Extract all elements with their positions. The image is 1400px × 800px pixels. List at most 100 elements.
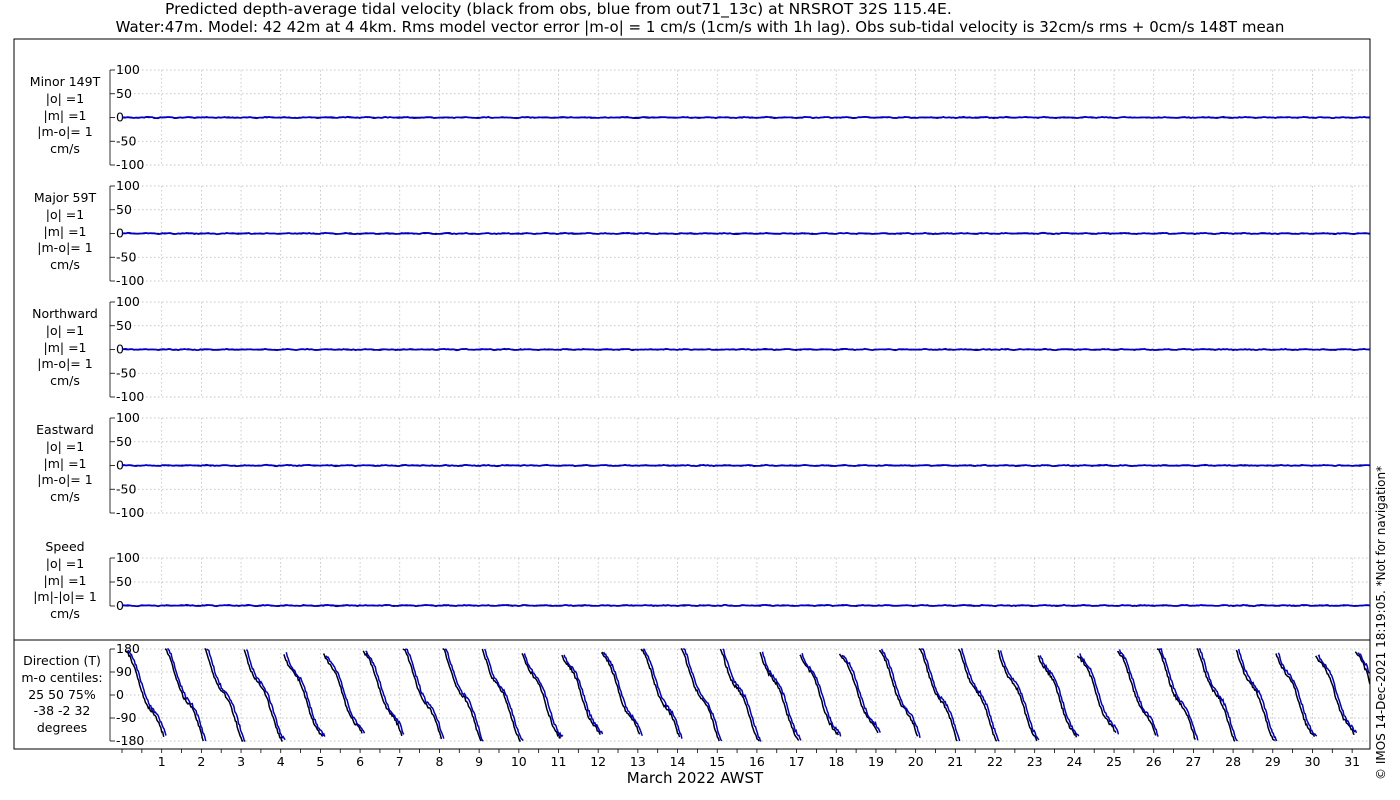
y-tick-label: 50 (116, 318, 132, 333)
y-tick-label: 0 (116, 687, 124, 702)
series-model-line (121, 231, 1371, 236)
panel-label-line: |m| =1 (43, 572, 87, 588)
x-axis: 1 2 3 4 5 6 7 8 9 10 11 12 13 14 15 16 17 18 19 20 21 22 23 24 2… (121, 748, 1370, 769)
panel-major: -100-50050100 (109, 178, 1371, 288)
panel-label-line: |o| =1 (45, 438, 85, 454)
panel-label-line: cm/s (50, 606, 80, 622)
x-tick-label: 21 (947, 754, 963, 769)
panel-label-line: cm/s (50, 257, 80, 273)
x-tick-label: 3 (237, 754, 245, 769)
y-tick-label: -100 (116, 505, 144, 520)
x-tick-label: 23 (1027, 754, 1043, 769)
y-tick-label: -50 (116, 249, 136, 264)
y-tick-label: -50 (116, 365, 136, 380)
x-tick-label: 29 (1265, 754, 1281, 769)
panel-label-line: |m| =1 (43, 339, 87, 355)
panel-label-line: |o| =1 (45, 322, 85, 338)
x-tick-label: 6 (356, 754, 364, 769)
panel-label-line: |o| =1 (45, 555, 85, 571)
panel-label-line: 25 50 75% (28, 686, 96, 702)
x-tick-label: 31 (1344, 754, 1360, 769)
x-tick-label: 28 (1225, 754, 1241, 769)
x-tick-label: 12 (590, 754, 606, 769)
panel-label-line: |m-o|= 1 (37, 240, 93, 256)
panel-label-line: |m| =1 (43, 223, 87, 239)
panel-label-line: degrees (36, 720, 88, 736)
x-tick-label: 9 (475, 754, 483, 769)
y-tick-label: 100 (116, 550, 140, 565)
panel-label-direction: Direction (T) m-o centiles: 25 50 75% -38 -… (14, 653, 110, 737)
x-axis-label: March 2022 AWST (626, 769, 764, 787)
panel-label-line: |m| =1 (43, 107, 87, 123)
x-tick-label: 10 (511, 754, 527, 769)
panel-label-line: |m-o|= 1 (37, 124, 93, 140)
x-tick-label: 13 (630, 754, 646, 769)
x-tick-label: 4 (277, 754, 285, 769)
y-tick-label: -100 (116, 389, 144, 404)
panel-label-line: |m-o|= 1 (37, 356, 93, 372)
panel-label-line: -38 -2 32 (33, 703, 91, 719)
panel-northward: -100-50050100 (109, 294, 1371, 404)
x-tick-label: 27 (1185, 754, 1201, 769)
panel-label-line: Direction (T) (23, 653, 101, 668)
y-tick-label: -100 (116, 273, 144, 288)
panel-direction: -180-90090180 (109, 641, 1371, 748)
panel-label-line: |o| =1 (45, 206, 85, 222)
x-tick-label: 24 (1066, 754, 1082, 769)
panel-label-line: Northward (32, 306, 98, 321)
panel-label-line: cm/s (50, 141, 80, 157)
x-tick-label: 2 (197, 754, 205, 769)
x-tick-label: 18 (828, 754, 844, 769)
y-tick-label: 50 (116, 574, 132, 589)
panel-label-line: Major 59T (33, 190, 97, 205)
panel-label-line: m-o centiles: (21, 669, 103, 685)
x-tick-label: 1 (158, 754, 166, 769)
panel-label-speed: Speed |o| =1 |m| =1 |m|-|o|= 1 cm/s (22, 539, 108, 623)
x-tick-label: 30 (1305, 754, 1321, 769)
series-model-line (121, 347, 1371, 352)
panel-label-major: Major 59T |o| =1 |m| =1 |m-o|= 1 cm/s (22, 190, 108, 274)
x-tick-label: 26 (1146, 754, 1162, 769)
upper-frame (13, 38, 1371, 641)
x-tick-label: 17 (789, 754, 805, 769)
x-tick-label: 16 (749, 754, 765, 769)
x-tick-label: 22 (987, 754, 1003, 769)
direction-frame (13, 639, 1371, 750)
panel-label-eastward: Eastward |o| =1 |m| =1 |m-o|= 1 cm/s (22, 422, 108, 506)
panel-label-minor: Minor 149T |o| =1 |m| =1 |m-o|= 1 cm/s (22, 74, 108, 158)
y-tick-label: 100 (116, 294, 140, 309)
panel-label-line: Minor 149T (29, 74, 101, 89)
x-tick-label: 20 (908, 754, 924, 769)
panel-label-line: |m| =1 (43, 455, 87, 471)
y-tick-label: 100 (116, 62, 140, 77)
x-tick-label: 8 (435, 754, 443, 769)
y-tick-label: 100 (116, 178, 140, 193)
panel-label-line: cm/s (50, 489, 80, 505)
panel-label-northward: Northward |o| =1 |m| =1 |m-o|= 1 cm/s (22, 306, 108, 390)
panel-speed: 050100 (109, 550, 1371, 613)
y-tick-label: 50 (116, 202, 132, 217)
tidal-velocity-chart: -100-50050100-100-50050100-100-50050100-… (13, 38, 1371, 769)
y-tick-label: -50 (116, 481, 136, 496)
x-tick-label: 15 (709, 754, 725, 769)
y-tick-label: -100 (116, 157, 144, 172)
x-tick-label: 5 (316, 754, 324, 769)
series-model-line (121, 115, 1371, 120)
x-tick-label: 25 (1106, 754, 1122, 769)
y-tick-label: 100 (116, 410, 140, 425)
y-tick-label: -180 (116, 733, 144, 748)
x-tick-label: 14 (670, 754, 686, 769)
panel-minor: -100-50050100 (109, 62, 1371, 172)
y-tick-label: 90 (116, 664, 132, 679)
y-tick-label: 50 (116, 86, 132, 101)
panel-label-line: |m-o|= 1 (37, 472, 93, 488)
panel-label-line: cm/s (50, 373, 80, 389)
panel-label-line: |o| =1 (45, 90, 85, 106)
x-tick-label: 7 (396, 754, 404, 769)
x-tick-label: 19 (868, 754, 884, 769)
y-tick-label: -50 (116, 133, 136, 148)
y-tick-label: -90 (116, 710, 136, 725)
y-tick-label: 50 (116, 434, 132, 449)
panel-label-line: |m|-|o|= 1 (33, 589, 97, 605)
credit-text: © IMOS 14-Dec-2021 18:19:05. *Not for na… (1374, 465, 1388, 780)
